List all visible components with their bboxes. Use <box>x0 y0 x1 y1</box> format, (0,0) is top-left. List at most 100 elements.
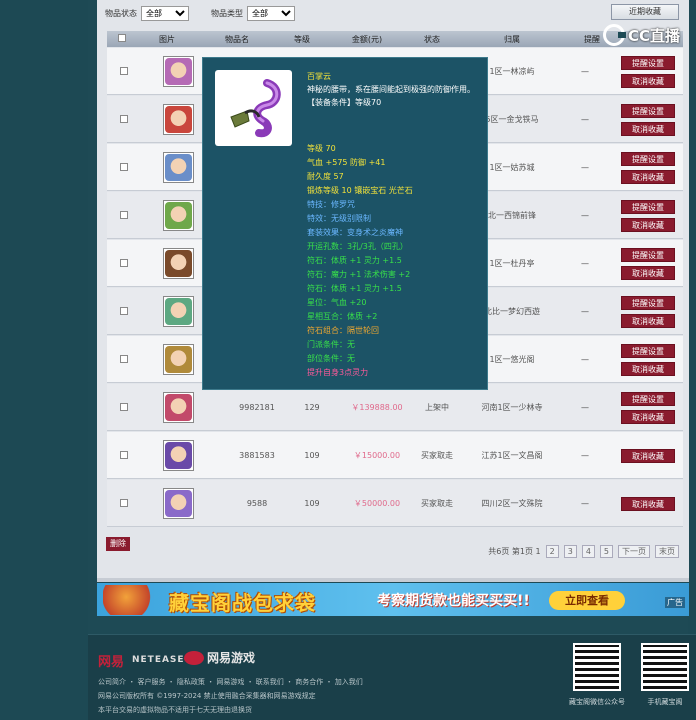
stat-star-combo: 星相互合：体质 +2 <box>307 312 378 321</box>
item-thumbnail[interactable] <box>163 56 194 87</box>
item-id: 9588 <box>246 499 268 508</box>
cancel-collection-button[interactable]: 取消收藏 <box>621 169 675 184</box>
row-checkbox[interactable] <box>120 163 128 171</box>
item-portrait-icon <box>165 58 192 85</box>
stat-boost: 提升自身3点灵力 <box>307 368 369 377</box>
item-thumbnail[interactable] <box>163 200 194 231</box>
page-2-link[interactable]: 2 <box>545 544 559 558</box>
item-id: 9982181 <box>239 403 275 412</box>
item-level: 109 <box>304 451 320 460</box>
set-reminder-button[interactable]: 提醒设置 <box>621 247 675 262</box>
row-actions: 提醒设置 取消收藏 <box>621 288 675 335</box>
page-3-link[interactable]: 3 <box>563 544 577 558</box>
item-thumbnail[interactable] <box>163 152 194 183</box>
status-filter-select[interactable]: 全部 <box>141 5 189 21</box>
cancel-collection-button[interactable]: 取消收藏 <box>621 361 675 376</box>
select-all-checkbox[interactable] <box>118 34 126 42</box>
netease-games-logo: 网易游戏 <box>184 649 255 666</box>
row-checkbox[interactable] <box>120 355 128 363</box>
item-thumbnail[interactable] <box>163 104 194 135</box>
set-reminder-button[interactable]: 提醒设置 <box>621 199 675 214</box>
item-remind: — <box>581 499 589 508</box>
row-checkbox[interactable] <box>120 259 128 267</box>
cancel-collection-button[interactable]: 取消收藏 <box>621 121 675 136</box>
cancel-collection-button[interactable]: 取消收藏 <box>621 217 675 232</box>
mobile-app-qr-code <box>641 643 689 691</box>
row-checkbox[interactable] <box>120 115 128 123</box>
row-actions: 取消收藏 <box>621 480 675 527</box>
item-portrait-icon <box>165 346 192 373</box>
delete-button[interactable]: 删除 <box>106 537 130 551</box>
banner-subtitle: 考察期货款也能买买买!! <box>377 593 530 609</box>
item-portrait-icon <box>165 298 192 325</box>
item-level: 129 <box>304 403 320 412</box>
type-filter-select[interactable]: 全部 <box>247 5 295 21</box>
filter-bar: 物品状态 全部 物品类型 全部 <box>105 4 295 22</box>
item-thumbnail[interactable] <box>163 440 194 471</box>
mobile-qr-caption: 手机藏宝阁 <box>647 698 683 706</box>
page-4-link[interactable]: 4 <box>581 544 595 558</box>
footer-links[interactable]: 公司简介 ・ 客户服务 ・ 隐私政策 ・ 网易游戏 ・ 联系我们 ・ 商务合作 … <box>98 677 363 687</box>
table-row: 9588 109 ￥50000.00 买家取走 四川2区一文殊院 — 取消收藏 <box>107 480 683 527</box>
type-filter-label: 物品类型 <box>211 8 243 18</box>
cancel-collection-button[interactable]: 取消收藏 <box>621 313 675 328</box>
set-reminder-button[interactable]: 提醒设置 <box>621 55 675 70</box>
stat-effect: 特效：无级别限制 <box>307 214 371 223</box>
page-5-link[interactable]: 5 <box>599 544 613 558</box>
cancel-collection-button[interactable]: 取消收藏 <box>621 409 675 424</box>
next-page-link[interactable]: 下一页 <box>618 544 650 558</box>
stat-star-position: 星位：气血 +20 <box>307 298 367 307</box>
set-reminder-button[interactable]: 提醒设置 <box>621 343 675 358</box>
item-tooltip-header: 百掌云 神秘的腰带，系在腰间能起到极强的防御作用。 【装备条件】等级70 <box>307 70 483 109</box>
footer-copyright: 网易公司版权所有 ©1997-2024 禁止使用融合采集器和网易游戏规定 <box>98 692 316 700</box>
item-name: 百掌云 <box>307 72 331 81</box>
banner-view-button[interactable]: 立即查看 <box>549 591 625 610</box>
last-page-link[interactable]: 末页 <box>655 544 679 558</box>
row-checkbox[interactable] <box>120 499 128 507</box>
item-thumbnail[interactable] <box>163 248 194 279</box>
col-owner: 归属 <box>504 34 520 44</box>
item-portrait-icon <box>165 442 192 469</box>
item-portrait-icon <box>165 394 192 421</box>
promo-banner[interactable]: 藏宝阁战包求袋 考察期货款也能买买买!! 立即查看 广告 <box>97 583 689 616</box>
set-reminder-button[interactable]: 提醒设置 <box>621 391 675 406</box>
netease-logo: 网易 <box>98 655 125 670</box>
wechat-qr-code <box>573 643 621 691</box>
cancel-collection-button[interactable]: 取消收藏 <box>621 265 675 280</box>
row-checkbox[interactable] <box>120 403 128 411</box>
row-actions: 提醒设置 取消收藏 <box>621 192 675 239</box>
item-remind: — <box>581 451 589 460</box>
item-portrait-icon <box>165 250 192 277</box>
cancel-collection-button[interactable]: 取消收藏 <box>621 73 675 88</box>
wechat-qr-caption: 藏宝阁微信公众号 <box>569 698 625 706</box>
row-checkbox[interactable] <box>120 451 128 459</box>
cancel-collection-button[interactable]: 取消收藏 <box>621 496 675 511</box>
banner-title: 藏宝阁战包求袋 <box>169 591 316 615</box>
item-price: ￥15000.00 <box>353 451 401 460</box>
cancel-collection-button[interactable]: 取消收藏 <box>621 448 675 463</box>
row-checkbox[interactable] <box>120 211 128 219</box>
netease-games-icon <box>184 650 204 665</box>
row-checkbox[interactable] <box>120 307 128 315</box>
status-filter-label: 物品状态 <box>105 8 137 18</box>
item-thumbnail[interactable] <box>163 392 194 423</box>
set-reminder-button[interactable]: 提醒设置 <box>621 103 675 118</box>
col-level: 等级 <box>294 34 310 44</box>
item-thumbnail[interactable] <box>163 344 194 375</box>
item-price: ￥139888.00 <box>351 403 403 412</box>
stat-fushi-combo: 符石组合：隔世轮回 <box>307 326 379 335</box>
stat-durability: 耐久度 57 <box>307 172 344 181</box>
stat-suit: 套装效果：变身术之炎魔神 <box>307 228 403 237</box>
item-owner: 四川2区一文殊院 <box>481 499 543 508</box>
row-checkbox[interactable] <box>120 67 128 75</box>
row-actions: 取消收藏 <box>621 432 675 479</box>
set-reminder-button[interactable]: 提醒设置 <box>621 151 675 166</box>
stat-skill: 特技：修罗咒 <box>307 200 355 209</box>
cc-live-watermark: CC直播 <box>602 23 680 47</box>
recent-collections-button[interactable]: 近期收藏 <box>611 4 679 20</box>
stat-forge: 锻炼等级 10 镶嵌宝石 光芒石 <box>307 186 413 195</box>
item-remind: — <box>581 115 589 124</box>
item-thumbnail[interactable] <box>163 296 194 327</box>
set-reminder-button[interactable]: 提醒设置 <box>621 295 675 310</box>
item-thumbnail[interactable] <box>163 488 194 519</box>
